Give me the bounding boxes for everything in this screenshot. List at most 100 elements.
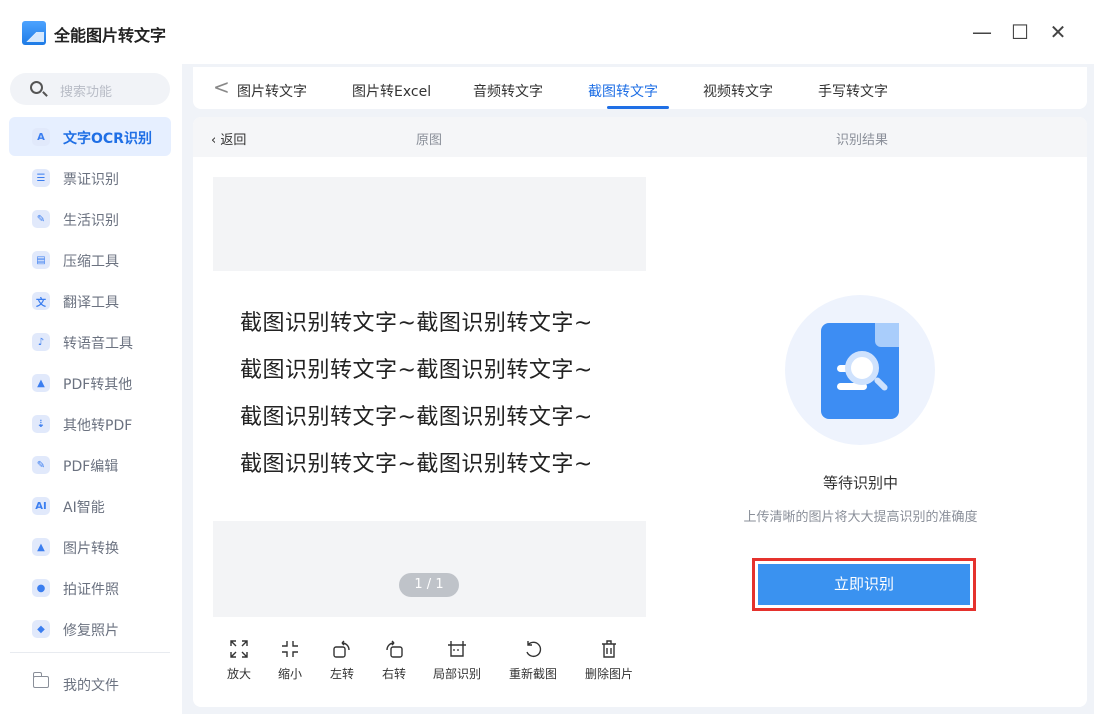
partial-recognize-label: 局部识别 <box>432 667 481 681</box>
title-bar: 全能图片转文字 — ☐ ✕ <box>0 0 1094 64</box>
recognize-highlight: 立即识别 <box>752 558 976 611</box>
image-toolbar: 放大 缩小 左转 右转 局部识别 重新截图 删除图片 <box>213 635 653 695</box>
sidebar-item[interactable]: 文翻译工具 <box>0 281 182 322</box>
sidebar-item[interactable]: ● 拍证件照 <box>0 568 182 609</box>
sidebar-item[interactable]: ☰ 票证识别 <box>0 158 182 199</box>
delete-image-button[interactable]: 删除图片 <box>579 635 639 695</box>
sidebar-item-icon: ▲ <box>32 538 50 556</box>
sidebar-item-icon: ◆ <box>32 620 50 638</box>
back-label: 返回 <box>220 133 247 148</box>
back-button[interactable]: ‹ 返回 <box>211 129 246 148</box>
sidebar-item[interactable]: A 文字OCR识别 <box>0 117 182 158</box>
active-tab-indicator <box>607 106 669 109</box>
recapture-label: 重新截图 <box>508 667 557 681</box>
sidebar-item-label: 翻译工具 <box>63 295 119 311</box>
maximize-button[interactable]: ☐ <box>1006 18 1034 46</box>
sidebar-item[interactable]: ▲ 图片转换 <box>0 527 182 568</box>
crop-icon <box>448 641 466 657</box>
chevron-left-icon[interactable]: < <box>213 77 230 97</box>
sidebar-item[interactable]: ♪ 转语音工具 <box>0 322 182 363</box>
rotate-left-icon <box>333 640 350 658</box>
preview-image-content: 截图识别转文字~截图识别转文字~ 截图识别转文字~截图识别转文字~ 截图识别转文… <box>213 271 646 521</box>
tab-video-to-text[interactable]: 视频转文字 <box>703 81 773 101</box>
sidebar-item-label: 转语音工具 <box>63 336 133 352</box>
sidebar-item-my-files[interactable]: 我的文件 <box>0 664 182 704</box>
rotate-right-label: 右转 <box>381 667 406 681</box>
status-subtitle: 上传清晰的图片将大大提高识别的准确度 <box>743 510 978 525</box>
status-title: 等待识别中 <box>822 474 898 492</box>
minimize-button[interactable]: — <box>968 18 996 46</box>
sidebar-item-icon: ✎ <box>32 210 50 228</box>
sidebar-item-label: 图片转换 <box>63 541 119 557</box>
tab-handwriting-to-text[interactable]: 手写转文字 <box>818 81 888 101</box>
sidebar-item-label: AI智能 <box>63 500 105 516</box>
search-placeholder: 搜索功能 <box>60 85 113 100</box>
zoom-out-label: 缩小 <box>277 667 302 681</box>
content-card: ‹ 返回 原图 识别结果 截图识别转文字~截图识别转文字~ 截图识别转文字~截图… <box>193 117 1087 707</box>
content-header: ‹ 返回 原图 识别结果 <box>193 117 1087 157</box>
sidebar-item-icon: A <box>32 128 50 146</box>
sidebar-item-label: 生活识别 <box>63 213 119 229</box>
preview-line: 截图识别转文字~截图识别转文字~ <box>240 311 593 336</box>
sidebar-item-label: 压缩工具 <box>63 254 119 270</box>
close-button[interactable]: ✕ <box>1044 18 1072 46</box>
sidebar-item[interactable]: ⇣ 其他转PDF <box>0 404 182 445</box>
sidebar-item-icon: ▲ <box>32 374 50 392</box>
sidebar-nav: A 文字OCR识别 ☰ 票证识别 ✎ 生活识别 ▤ 压缩工具文翻译工具 ♪ 转语音工具 ▲ PDF转其… <box>0 117 182 650</box>
partial-recognize-button[interactable]: 局部识别 <box>427 635 487 695</box>
sidebar-item-label: 票证识别 <box>63 172 119 188</box>
page-indicator: 1 / 1 <box>399 573 459 597</box>
sidebar-item-icon: ▤ <box>32 251 50 269</box>
sidebar-item-icon: ☰ <box>32 169 50 187</box>
waiting-illustration <box>785 295 935 445</box>
sidebar-item-icon: ⇣ <box>32 415 50 433</box>
rotate-left-button[interactable]: 左转 <box>312 635 372 695</box>
sidebar-item-label: 文字OCR识别 <box>63 131 152 147</box>
main-area: < 图片转文字 图片转Excel 音频转文字 截图转文字 视频转文字 手写转文字… <box>182 64 1094 714</box>
sidebar-item-label: 我的文件 <box>63 678 119 694</box>
sidebar-item[interactable]: ◆ 修复照片 <box>0 609 182 650</box>
rotate-right-button[interactable]: 右转 <box>364 635 424 695</box>
recapture-button[interactable]: 重新截图 <box>503 635 563 695</box>
search-icon <box>30 81 43 94</box>
sidebar-divider <box>10 652 170 653</box>
tab-image-to-text[interactable]: 图片转文字 <box>237 81 307 101</box>
preview-line: 截图识别转文字~截图识别转文字~ <box>240 358 593 383</box>
zoom-out-button[interactable]: 缩小 <box>260 635 320 695</box>
sidebar-item-label: PDF转其他 <box>63 377 133 393</box>
sidebar-item-icon: 文 <box>32 292 50 310</box>
original-heading: 原图 <box>416 133 443 148</box>
sidebar-item-icon: ✎ <box>32 456 50 474</box>
preview-line: 截图识别转文字~截图识别转文字~ <box>240 452 593 477</box>
sidebar-item[interactable]: ✎ 生活识别 <box>0 199 182 240</box>
sidebar-item-icon: ♪ <box>32 333 50 351</box>
search-input[interactable]: 搜索功能 <box>10 73 170 105</box>
tab-bar: < 图片转文字 图片转Excel 音频转文字 截图转文字 视频转文字 手写转文字 <box>193 67 1087 109</box>
document-fold <box>875 323 899 347</box>
sidebar-item[interactable]: ✎ PDF编辑 <box>0 445 182 486</box>
tab-audio-to-text[interactable]: 音频转文字 <box>473 81 543 101</box>
tab-image-to-excel[interactable]: 图片转Excel <box>352 81 431 101</box>
rotate-right-icon <box>386 640 403 658</box>
tab-screenshot-to-text[interactable]: 截图转文字 <box>588 81 658 101</box>
recognize-now-button[interactable]: 立即识别 <box>758 564 970 605</box>
sidebar-item[interactable]: ▲ PDF转其他 <box>0 363 182 404</box>
preview-line: 截图识别转文字~截图识别转文字~ <box>240 405 593 430</box>
sidebar-item[interactable]: AI AI智能 <box>0 486 182 527</box>
sidebar-item-label: 拍证件照 <box>63 582 119 598</box>
sidebar-item-label: 其他转PDF <box>63 418 133 434</box>
sidebar-item-icon: ● <box>32 579 50 597</box>
sidebar-item[interactable]: ▤ 压缩工具 <box>0 240 182 281</box>
folder-icon <box>32 672 49 688</box>
compress-icon <box>282 641 298 657</box>
sidebar-item-icon: AI <box>32 497 50 515</box>
trash-icon <box>602 640 616 658</box>
rotate-left-label: 左转 <box>329 667 354 681</box>
app-title: 全能图片转文字 <box>54 26 167 45</box>
refresh-icon <box>526 641 542 658</box>
sidebar-item-label: 修复照片 <box>63 623 119 639</box>
image-preview: 截图识别转文字~截图识别转文字~ 截图识别转文字~截图识别转文字~ 截图识别转文… <box>213 177 646 617</box>
delete-image-label: 删除图片 <box>584 667 633 681</box>
result-heading: 识别结果 <box>836 133 889 148</box>
expand-icon <box>230 640 248 658</box>
